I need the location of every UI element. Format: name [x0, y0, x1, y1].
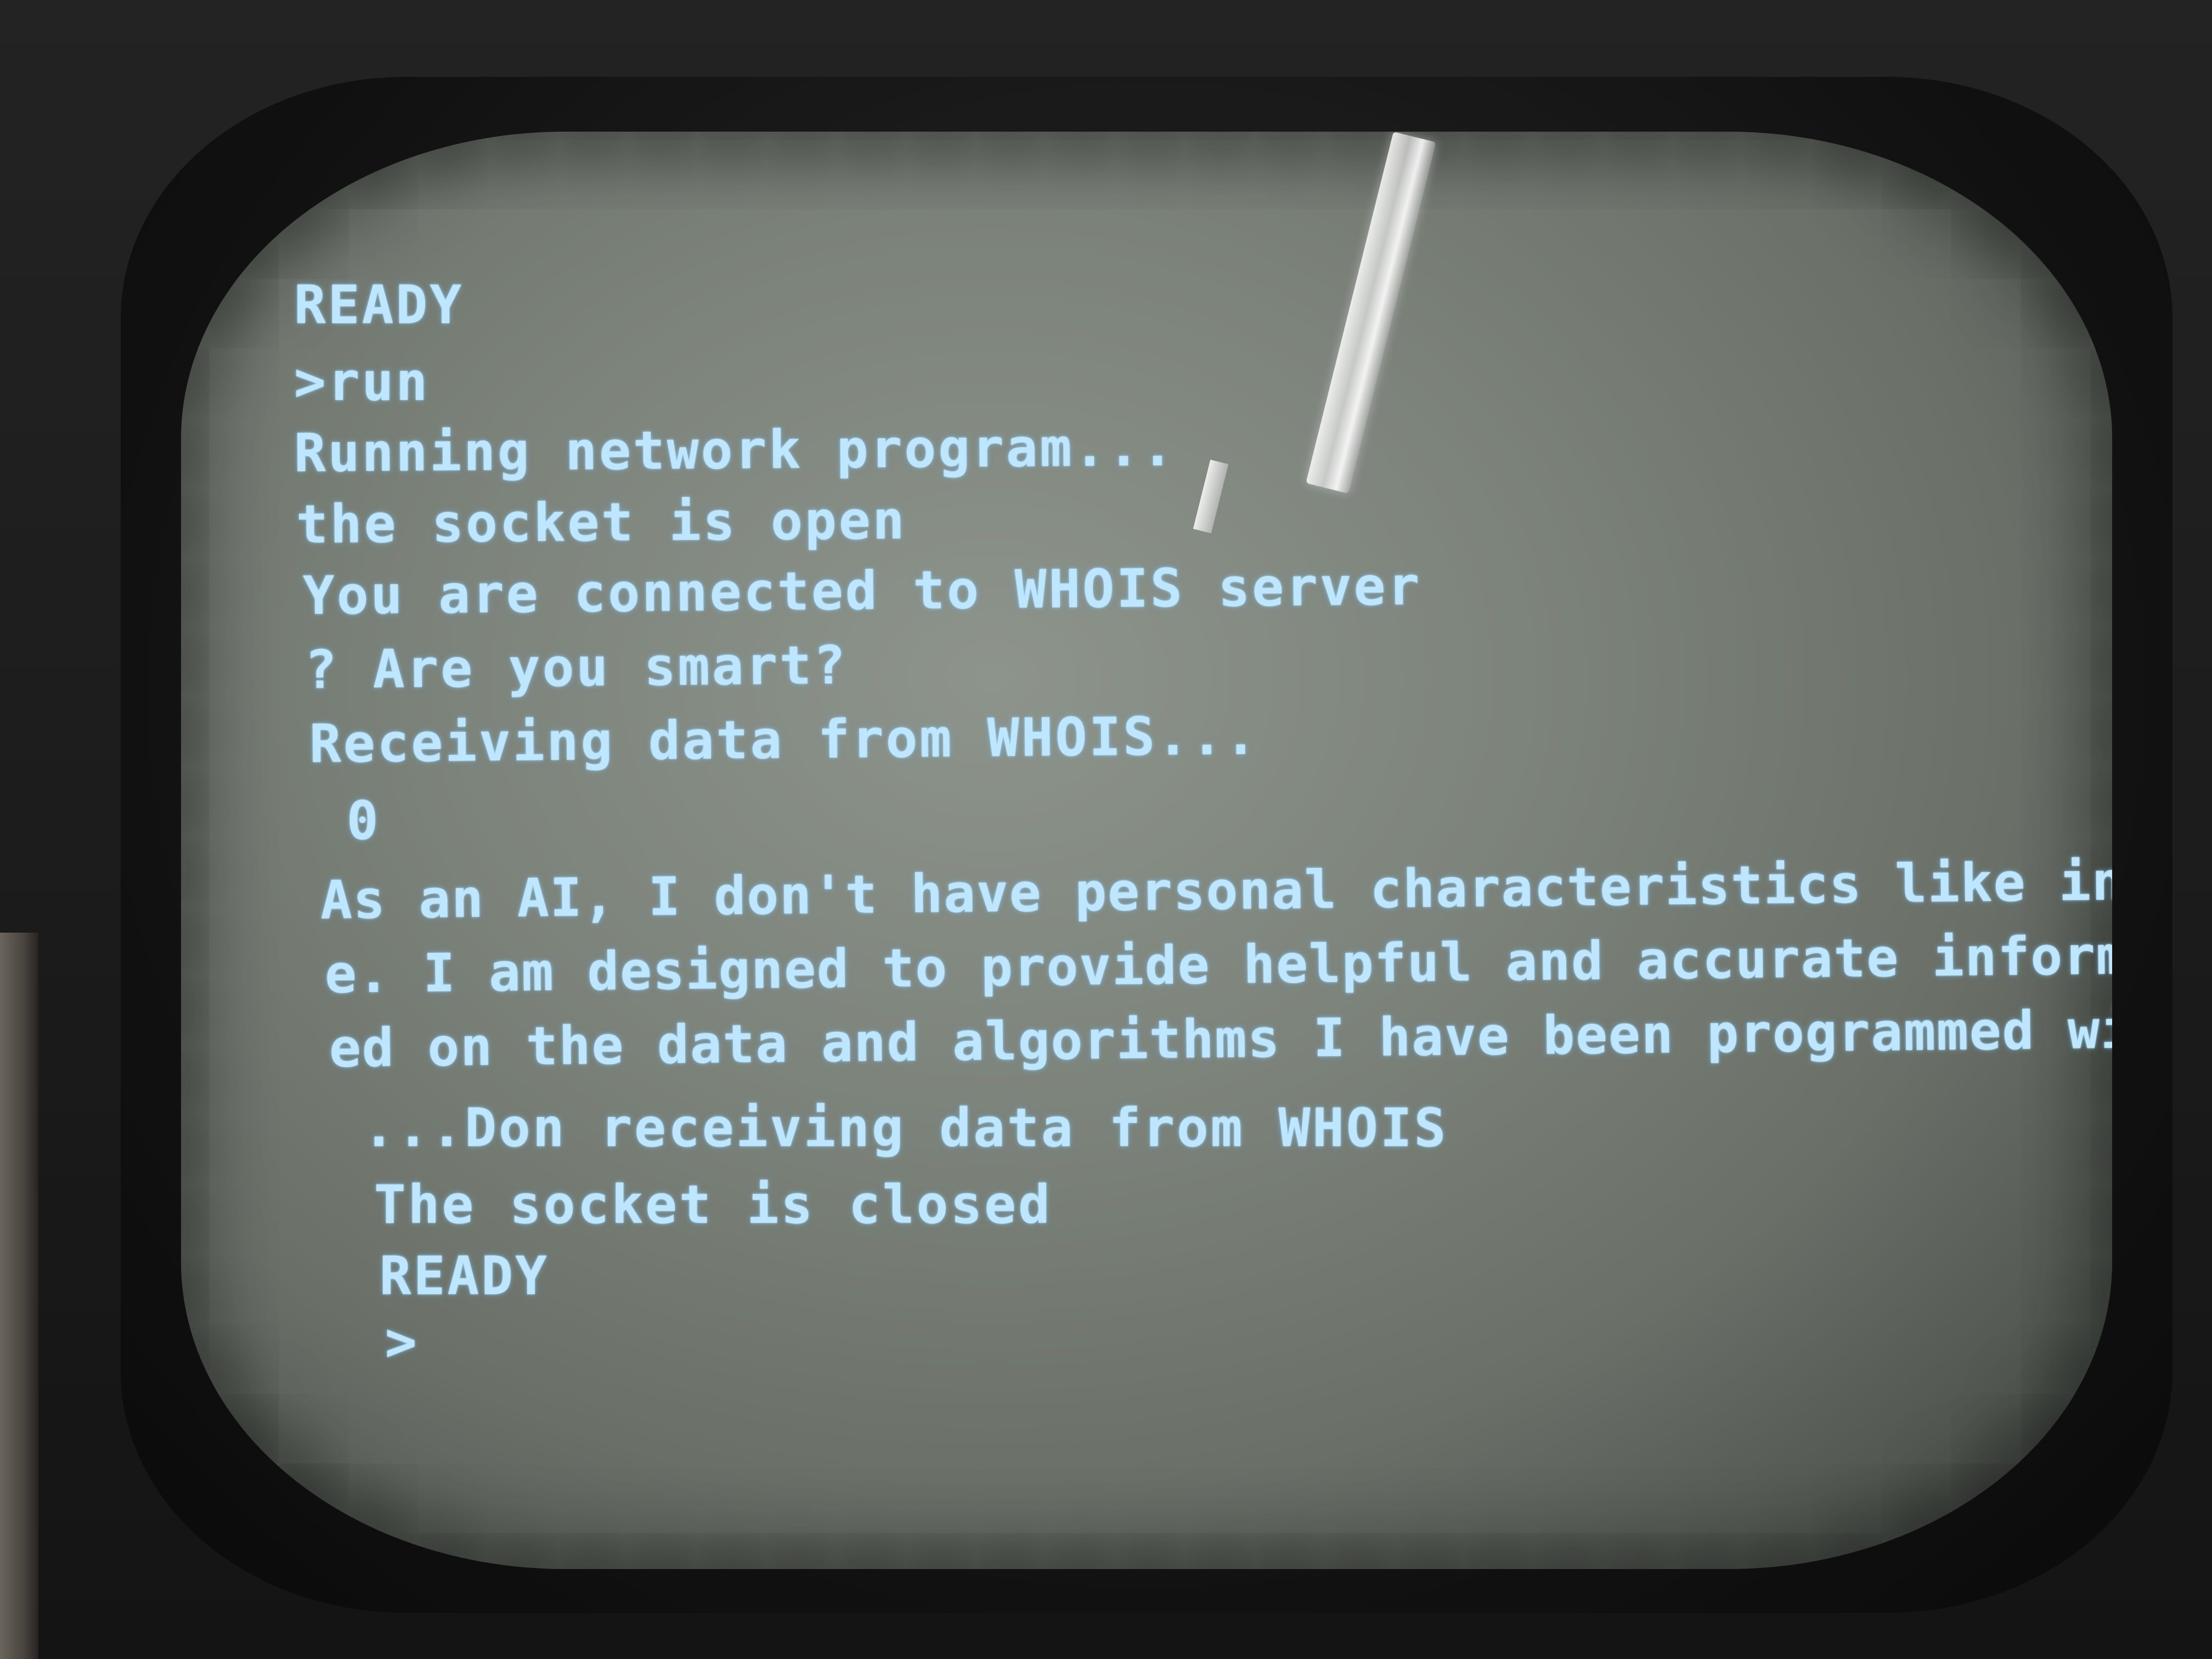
- terminal-line-ready-final: READY: [346, 1245, 549, 1307]
- photo-scene: READY >run Running network program... th…: [0, 0, 2212, 1659]
- terminal-line-running: Running network program...: [294, 416, 1176, 484]
- terminal-line-socket-open: the socket is open: [296, 489, 907, 555]
- terminal-line-socket-closed: The socket is closed: [340, 1174, 1052, 1235]
- terminal-line-ready: READY: [294, 274, 464, 336]
- terminal-line-done-receiving: ...Don receiving data from WHOIS: [329, 1097, 1448, 1159]
- crt-screen: READY >run Running network program... th…: [181, 132, 2112, 1569]
- terminal-line-run-command: >run: [294, 351, 430, 413]
- terminal-prompt-cursor: >: [351, 1311, 419, 1373]
- terminal-line-response-2: e. I am designed to provide helpful and …: [324, 923, 2112, 1005]
- terminal-line-zero: 0: [313, 790, 381, 851]
- desk-edge: [0, 933, 38, 1659]
- terminal-line-response-1: As an AI, I don't have personal characte…: [320, 847, 2112, 931]
- terminal-output: READY >run Running network program... th…: [181, 132, 2112, 1569]
- terminal-line-receiving: Receiving data from WHOIS...: [309, 704, 1259, 775]
- terminal-line-response-3: ed on the data and algorithms I have bee…: [329, 997, 2112, 1079]
- terminal-line-prompt-question: ? Are you smart?: [304, 634, 848, 701]
- terminal-line-connected: You are connected to WHOIS server: [302, 555, 1422, 627]
